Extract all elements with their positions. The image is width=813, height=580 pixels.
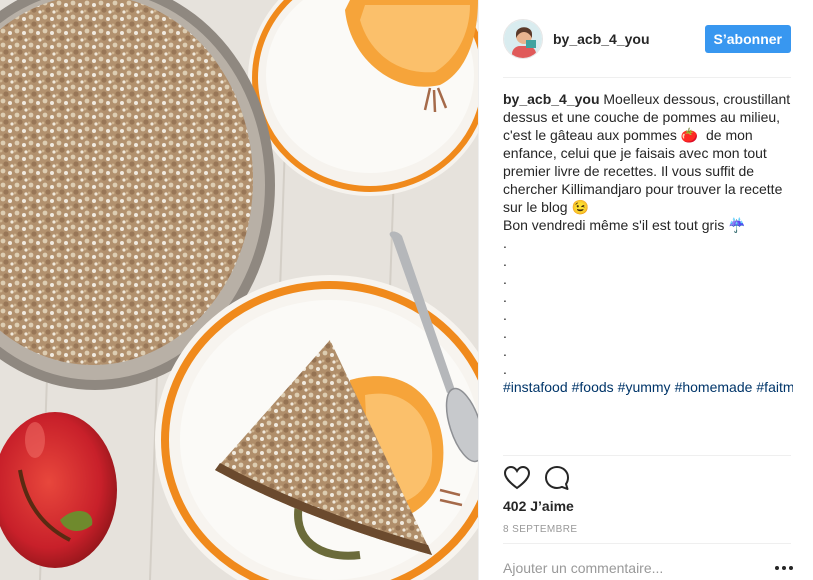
hashtag-link[interactable]: #foods [572, 379, 614, 395]
avatar[interactable] [503, 19, 543, 59]
comment-divider [503, 543, 791, 544]
more-options-icon[interactable] [775, 566, 793, 570]
post-photo[interactable] [0, 0, 478, 580]
likes-count[interactable]: 402 J’aime [503, 498, 574, 514]
instagram-post: by_acb_4_you S’abonner by_acb_4_you Moel… [0, 0, 813, 580]
action-bar [503, 462, 583, 494]
hashtag-link[interactable]: #faitmaison [756, 379, 793, 395]
hashtag-list: #instafood#foods#yummy#homemade#faitmais… [503, 378, 793, 396]
header-divider [503, 77, 791, 78]
hashtag-link[interactable]: #homemade [675, 379, 753, 395]
caption: by_acb_4_you Moelleux dessous, croustill… [503, 90, 793, 454]
follow-button[interactable]: S’abonner [704, 25, 791, 53]
post-date: 8 SEPTEMBRE [503, 524, 578, 535]
caption-text: Moelleux dessous, croustillant dessus et… [503, 91, 791, 377]
header-username[interactable]: by_acb_4_you [553, 31, 650, 47]
comment-icon[interactable] [543, 464, 571, 492]
actions-divider [503, 455, 791, 456]
post-header: by_acb_4_you S’abonner [503, 18, 791, 60]
hashtag-link[interactable]: #instafood [503, 379, 568, 395]
hashtag-link[interactable]: #yummy [618, 379, 671, 395]
heart-icon[interactable] [503, 464, 531, 492]
apple-cake-image [0, 0, 478, 580]
avatar-image [504, 20, 542, 58]
comment-input[interactable] [503, 556, 791, 580]
caption-username[interactable]: by_acb_4_you [503, 91, 600, 107]
post-sidebar: by_acb_4_you S’abonner by_acb_4_you Moel… [478, 0, 813, 580]
